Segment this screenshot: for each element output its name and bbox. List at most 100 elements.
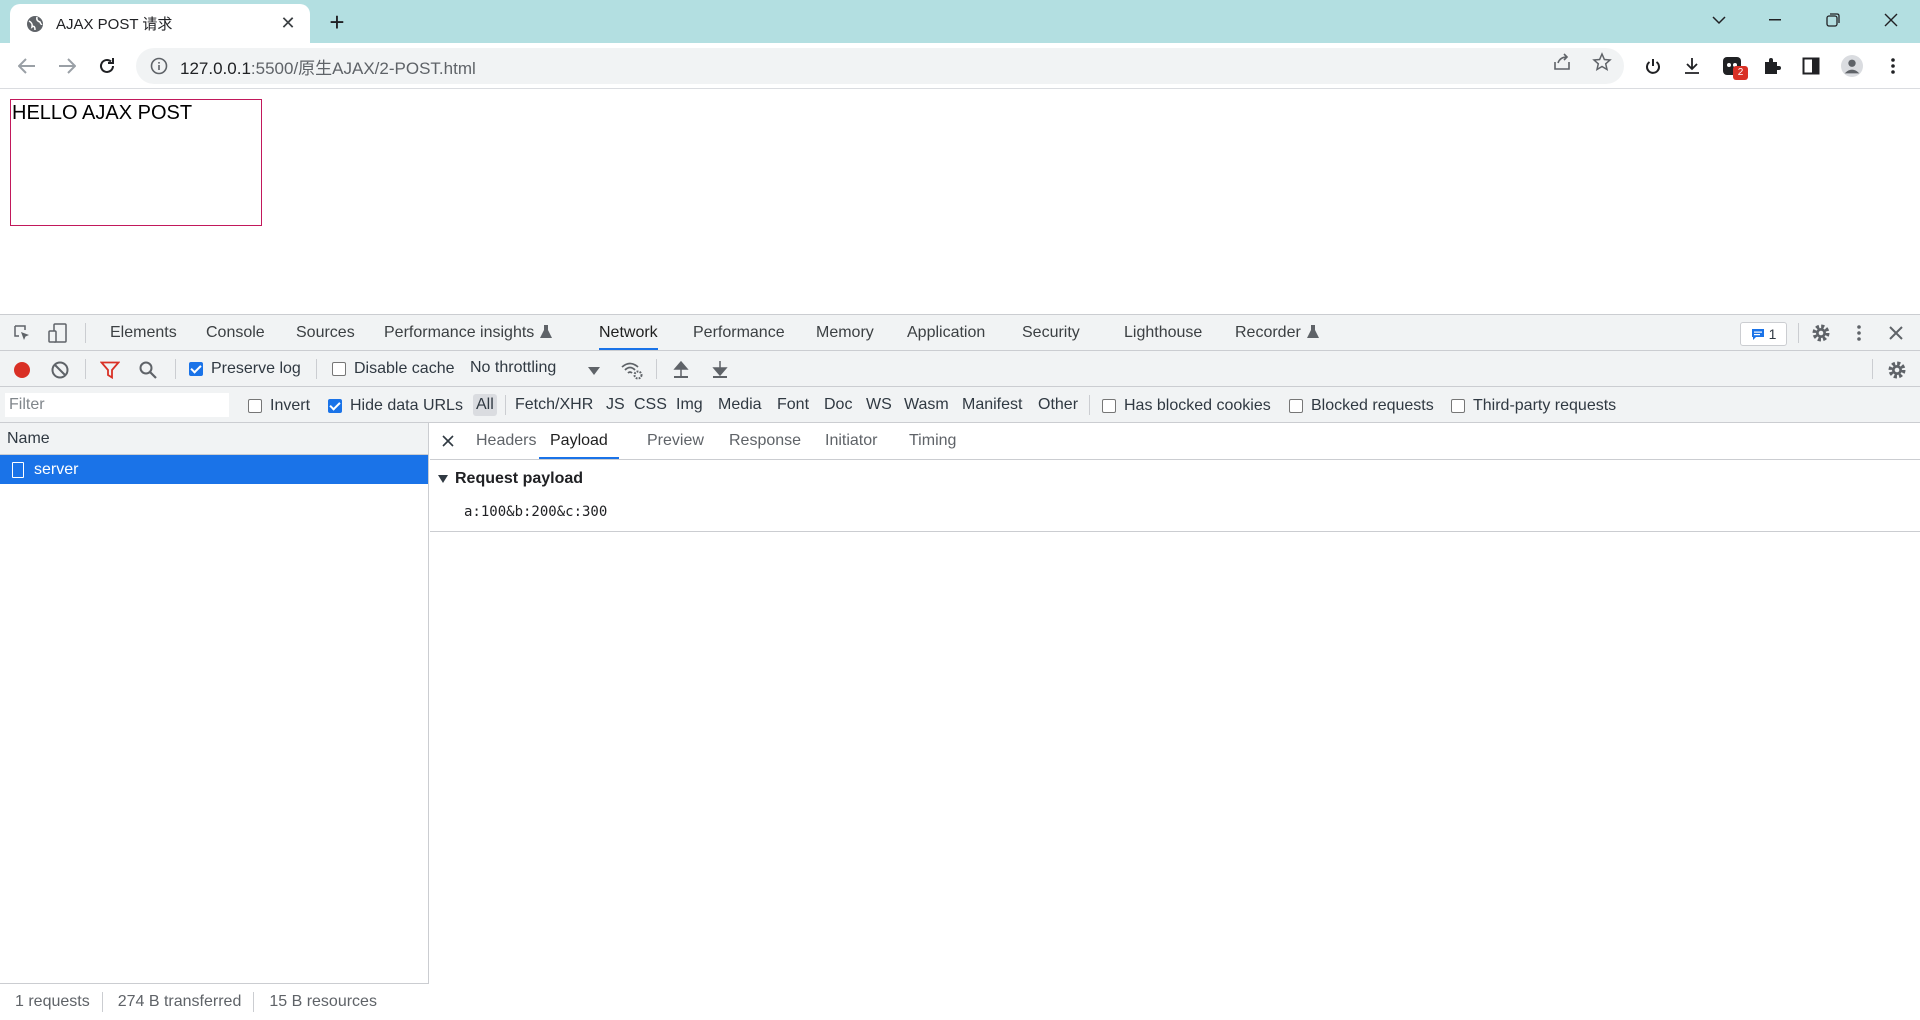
column-header-name[interactable]: Name <box>0 423 428 455</box>
back-button[interactable] <box>12 51 42 81</box>
record-icon[interactable] <box>12 360 32 380</box>
checkbox-unchecked[interactable] <box>1451 399 1465 413</box>
tab-search-icon[interactable] <box>1692 0 1746 40</box>
device-toolbar-icon[interactable] <box>48 322 68 344</box>
tab-headers[interactable]: Headers <box>476 423 536 459</box>
filter-type-img[interactable]: Img <box>676 394 703 416</box>
profile-avatar-icon[interactable] <box>1841 55 1863 77</box>
tab-sources[interactable]: Sources <box>296 315 355 350</box>
checkbox-unchecked[interactable] <box>1289 399 1303 413</box>
tab-lighthouse[interactable]: Lighthouse <box>1124 315 1202 350</box>
tab-payload[interactable]: Payload <box>539 423 619 459</box>
new-tab-button[interactable]: + <box>322 7 352 37</box>
tab-performance-insights[interactable]: Performance insights <box>384 315 553 350</box>
checkbox-unchecked[interactable] <box>248 399 262 413</box>
close-window-button[interactable] <box>1864 0 1918 40</box>
tab-memory[interactable]: Memory <box>816 315 874 350</box>
settings-gear-icon[interactable] <box>1810 322 1832 344</box>
tab-response[interactable]: Response <box>729 423 801 459</box>
tab-timing[interactable]: Timing <box>909 423 956 459</box>
minimize-button[interactable] <box>1748 0 1802 40</box>
third-party-label: Third-party requests <box>1473 397 1617 414</box>
close-devtools-icon[interactable] <box>1886 323 1906 343</box>
separator <box>1089 395 1090 415</box>
separator <box>316 359 317 379</box>
tab-recorder[interactable]: Recorder <box>1235 315 1319 350</box>
invert-checkbox[interactable]: Invert <box>248 397 310 415</box>
tab-title: AJAX POST 请求 <box>56 16 173 33</box>
chevron-down-icon[interactable] <box>588 367 600 375</box>
filter-type-media[interactable]: Media <box>718 394 762 416</box>
tab-elements[interactable]: Elements <box>110 315 177 350</box>
browser-tab[interactable]: AJAX POST 请求 ✕ <box>10 4 310 43</box>
filter-type-js[interactable]: JS <box>606 394 625 416</box>
download-icon[interactable] <box>1681 55 1703 77</box>
filter-type-other[interactable]: Other <box>1038 394 1078 416</box>
filter-type-doc[interactable]: Doc <box>824 394 852 416</box>
forward-button[interactable] <box>52 51 82 81</box>
checkbox-checked[interactable] <box>189 362 203 376</box>
extensions-puzzle-icon[interactable] <box>1761 55 1783 77</box>
checkbox-unchecked[interactable] <box>332 362 346 376</box>
filter-type-all[interactable]: All <box>473 394 497 416</box>
inspect-element-icon[interactable] <box>12 323 32 343</box>
extension-badge: 2 <box>1733 66 1748 80</box>
filter-type-ws[interactable]: WS <box>866 394 892 416</box>
filter-input[interactable] <box>5 393 229 417</box>
disable-cache-checkbox[interactable]: Disable cache <box>332 360 455 378</box>
status-resources: 15 B resources <box>269 993 377 1010</box>
devtools-panel: Elements Console Sources Performance ins… <box>0 314 1920 1020</box>
import-har-icon[interactable] <box>672 359 690 379</box>
export-har-icon[interactable] <box>711 359 729 379</box>
share-icon[interactable] <box>1552 52 1572 72</box>
search-icon[interactable] <box>138 360 158 380</box>
request-list: Name server 1 requests 274 B transferred… <box>0 423 429 1020</box>
chrome-menu-icon[interactable] <box>1882 55 1904 77</box>
more-options-icon[interactable] <box>1849 322 1869 344</box>
experimental-flask-icon <box>1306 325 1319 339</box>
tab-performance[interactable]: Performance <box>693 315 785 350</box>
close-detail-icon[interactable] <box>440 432 456 450</box>
issues-counter[interactable]: 1 <box>1740 322 1787 346</box>
filter-type-wasm[interactable]: Wasm <box>904 394 949 416</box>
filter-type-fetch-xhr[interactable]: Fetch/XHR <box>515 394 593 416</box>
tab-console[interactable]: Console <box>206 315 265 350</box>
payload-section-toggle[interactable]: Request payload <box>438 470 583 488</box>
detail-tabbar: Headers Payload Preview Response Initiat… <box>430 423 1920 460</box>
tab-security[interactable]: Security <box>1022 315 1080 350</box>
tab-initiator[interactable]: Initiator <box>825 423 877 459</box>
site-info-icon[interactable] <box>150 57 168 75</box>
table-row[interactable]: server <box>0 455 428 484</box>
hide-data-urls-checkbox[interactable]: Hide data URLs <box>328 397 463 415</box>
browser-titlebar: AJAX POST 请求 ✕ + <box>0 0 1920 43</box>
filter-type-manifest[interactable]: Manifest <box>962 394 1022 416</box>
network-settings-gear-icon[interactable] <box>1886 359 1908 381</box>
power-extension-icon[interactable] <box>1642 55 1664 77</box>
has-blocked-cookies-checkbox[interactable]: Has blocked cookies <box>1102 397 1271 415</box>
throttling-select[interactable]: No throttling <box>470 359 556 377</box>
message-icon <box>1751 328 1764 340</box>
address-bar[interactable]: 127.0.0.1:5500/原生AJAX/2-POST.html <box>136 48 1624 84</box>
filter-type-css[interactable]: CSS <box>634 394 667 416</box>
tab-preview[interactable]: Preview <box>647 423 704 459</box>
bookmark-star-icon[interactable] <box>1592 52 1612 72</box>
network-conditions-icon[interactable] <box>620 359 644 381</box>
tab-application[interactable]: Application <box>907 315 985 350</box>
side-panel-icon[interactable] <box>1800 55 1822 77</box>
checkbox-checked[interactable] <box>328 399 342 413</box>
disable-cache-label: Disable cache <box>354 360 455 377</box>
close-tab-icon[interactable]: ✕ <box>278 13 298 34</box>
clear-icon[interactable] <box>50 360 70 380</box>
reload-button[interactable] <box>92 51 122 81</box>
blocked-requests-checkbox[interactable]: Blocked requests <box>1289 397 1434 415</box>
checkbox-unchecked[interactable] <box>1102 399 1116 413</box>
filter-icon[interactable] <box>99 360 121 380</box>
preserve-log-checkbox[interactable]: Preserve log <box>189 360 301 378</box>
request-name: server <box>34 460 79 478</box>
tab-network[interactable]: Network <box>599 315 658 350</box>
filter-bar: Invert Hide data URLs All Fetch/XHR JS C… <box>0 387 1920 423</box>
filter-type-font[interactable]: Font <box>777 394 809 416</box>
third-party-checkbox[interactable]: Third-party requests <box>1451 397 1616 415</box>
restore-button[interactable] <box>1806 0 1860 40</box>
separator <box>85 359 86 379</box>
